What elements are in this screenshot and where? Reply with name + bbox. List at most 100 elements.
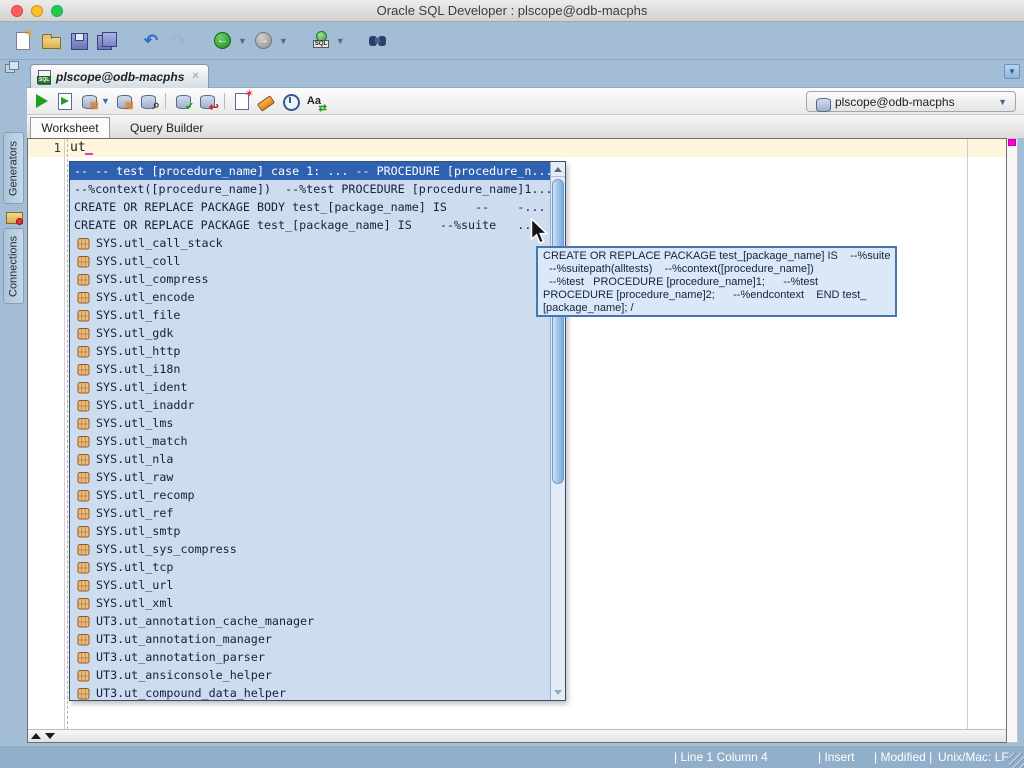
completion-item-package[interactable]: SYS.utl_inaddr: [70, 396, 552, 414]
connections-folder-icon[interactable]: [5, 207, 27, 225]
tab-worksheet[interactable]: Worksheet: [30, 117, 110, 138]
generators-label: Generators: [8, 140, 20, 195]
completion-item-package[interactable]: SYS.utl_nla: [70, 450, 552, 468]
completion-item-label: SYS.utl_gdk: [96, 324, 173, 342]
completion-item-package[interactable]: UT3.ut_annotation_parser: [70, 648, 552, 666]
completion-item-package[interactable]: SYS.utl_file: [70, 306, 552, 324]
completion-item-label: SYS.utl_compress: [96, 270, 209, 288]
search-icon[interactable]: [367, 30, 389, 52]
forward-dropdown-icon[interactable]: ▼: [279, 36, 288, 46]
change-case-icon[interactable]: Aa: [304, 91, 324, 111]
completion-item-package[interactable]: SYS.utl_smtp: [70, 522, 552, 540]
completion-item-package[interactable]: SYS.utl_raw: [70, 468, 552, 486]
popup-scrollbar[interactable]: [550, 162, 565, 700]
completion-list: -- -- test [procedure_name] case 1: ... …: [70, 162, 552, 702]
explain-plan-dropdown-icon[interactable]: ▼: [101, 96, 110, 106]
completion-item-package[interactable]: SYS.utl_match: [70, 432, 552, 450]
connection-combo[interactable]: plscope@odb-macphs ▼: [806, 91, 1016, 112]
sql-tuning-advisor-icon[interactable]: [138, 91, 158, 111]
back-dropdown-icon[interactable]: ▼: [238, 36, 247, 46]
package-icon: [77, 489, 90, 502]
sidebar-tab-generators[interactable]: Generators: [3, 132, 24, 204]
completion-item-template[interactable]: -- -- test [procedure_name] case 1: ... …: [70, 162, 552, 180]
completion-item-package[interactable]: SYS.utl_url: [70, 576, 552, 594]
connections-dropdown-icon[interactable]: ▼: [336, 36, 345, 46]
status-caret-position: | Line 1 Column 4: [674, 750, 768, 764]
commit-icon[interactable]: [173, 91, 193, 111]
completion-item-package[interactable]: UT3.ut_ansiconsole_helper: [70, 666, 552, 684]
completion-item-package[interactable]: SYS.utl_tcp: [70, 558, 552, 576]
tab-list-dropdown-icon[interactable]: ▼: [1004, 64, 1020, 79]
resize-grip[interactable]: [1009, 753, 1024, 768]
completion-item-package[interactable]: SYS.utl_xml: [70, 594, 552, 612]
scroll-up-arrow-icon[interactable]: [31, 733, 41, 739]
sidebar-tab-connections[interactable]: Connections: [3, 228, 24, 304]
undo-icon[interactable]: ↶: [140, 30, 162, 52]
completion-item-label: SYS.utl_url: [96, 576, 173, 594]
status-insert-mode: | Insert: [818, 750, 854, 764]
tab-query-builder[interactable]: Query Builder: [122, 117, 211, 138]
completion-item-label: SYS.utl_match: [96, 432, 187, 450]
clear-icon[interactable]: [256, 91, 276, 111]
connection-combo-dropdown-icon[interactable]: ▼: [998, 97, 1007, 107]
completion-item-package[interactable]: SYS.utl_gdk: [70, 324, 552, 342]
completion-item-label: SYS.utl_tcp: [96, 558, 173, 576]
completion-item-label: SYS.utl_file: [96, 306, 180, 324]
sql-history-icon[interactable]: [280, 91, 300, 111]
completion-item-label: SYS.utl_lms: [96, 414, 173, 432]
completion-item-package[interactable]: SYS.utl_encode: [70, 288, 552, 306]
completion-item-package[interactable]: SYS.utl_ident: [70, 378, 552, 396]
completion-item-template[interactable]: CREATE OR REPLACE PACKAGE BODY test_[pac…: [70, 198, 552, 216]
rollback-icon[interactable]: [197, 91, 217, 111]
run-script-icon[interactable]: [55, 91, 75, 111]
explain-plan-icon[interactable]: [79, 91, 99, 111]
package-icon: [77, 255, 90, 268]
restore-panel-icon[interactable]: [0, 60, 22, 82]
sql-worksheet-icon: [37, 70, 51, 84]
completion-item-package[interactable]: SYS.utl_ref: [70, 504, 552, 522]
back-icon[interactable]: ←: [212, 30, 234, 52]
autotrace-icon[interactable]: [114, 91, 134, 111]
change-marker[interactable]: [1008, 139, 1016, 146]
completion-item-package[interactable]: UT3.ut_compound_data_helper: [70, 684, 552, 702]
completion-item-template[interactable]: --%context([procedure_name]) --%test PRO…: [70, 180, 552, 198]
editor-bottom-strip: [28, 729, 1006, 742]
completion-item-template[interactable]: CREATE OR REPLACE PACKAGE test_[package_…: [70, 216, 552, 234]
completion-item-package[interactable]: SYS.utl_call_stack: [70, 234, 552, 252]
completion-item-package[interactable]: SYS.utl_sys_compress: [70, 540, 552, 558]
package-icon: [77, 327, 90, 340]
package-icon: [77, 291, 90, 304]
scroll-down-arrow-icon[interactable]: [45, 733, 55, 739]
new-file-icon[interactable]: [12, 30, 34, 52]
run-statement-icon[interactable]: [31, 91, 51, 111]
connections-label: Connections: [8, 235, 20, 296]
save-icon[interactable]: [68, 30, 90, 52]
completion-item-label: SYS.utl_http: [96, 342, 180, 360]
tooltip-line: CREATE OR REPLACE PACKAGE test_[package_…: [543, 250, 890, 263]
overview-ruler[interactable]: [1007, 138, 1018, 743]
save-all-icon[interactable]: [96, 30, 118, 52]
connections-icon[interactable]: [310, 30, 332, 52]
completion-item-package[interactable]: UT3.ut_annotation_cache_manager: [70, 612, 552, 630]
tab-worksheet-connection[interactable]: plscope@odb-macphs ✕: [30, 64, 209, 88]
titlebar[interactable]: Oracle SQL Developer : plscope@odb-macph…: [0, 0, 1024, 22]
package-icon: [77, 345, 90, 358]
tab-close-icon[interactable]: ✕: [191, 71, 199, 82]
completion-item-package[interactable]: SYS.utl_recomp: [70, 486, 552, 504]
completion-item-label: SYS.utl_i18n: [96, 360, 180, 378]
completion-item-package[interactable]: SYS.utl_lms: [70, 414, 552, 432]
completion-item-package[interactable]: SYS.utl_coll: [70, 252, 552, 270]
scrollbar-up-icon[interactable]: [551, 162, 565, 177]
current-line-highlight: [28, 139, 1006, 157]
open-file-icon[interactable]: [40, 30, 62, 52]
unshared-worksheet-icon[interactable]: [232, 91, 252, 111]
completion-item-package[interactable]: UT3.ut_annotation_manager: [70, 630, 552, 648]
completion-item-package[interactable]: SYS.utl_compress: [70, 270, 552, 288]
package-icon: [77, 615, 90, 628]
worksheet-subtabs: Worksheet Query Builder: [27, 115, 1024, 138]
scrollbar-thumb[interactable]: [552, 179, 564, 484]
completion-item-package[interactable]: SYS.utl_i18n: [70, 360, 552, 378]
left-dock: Generators Connections: [0, 60, 27, 745]
scrollbar-down-icon[interactable]: [551, 685, 565, 700]
completion-item-package[interactable]: SYS.utl_http: [70, 342, 552, 360]
